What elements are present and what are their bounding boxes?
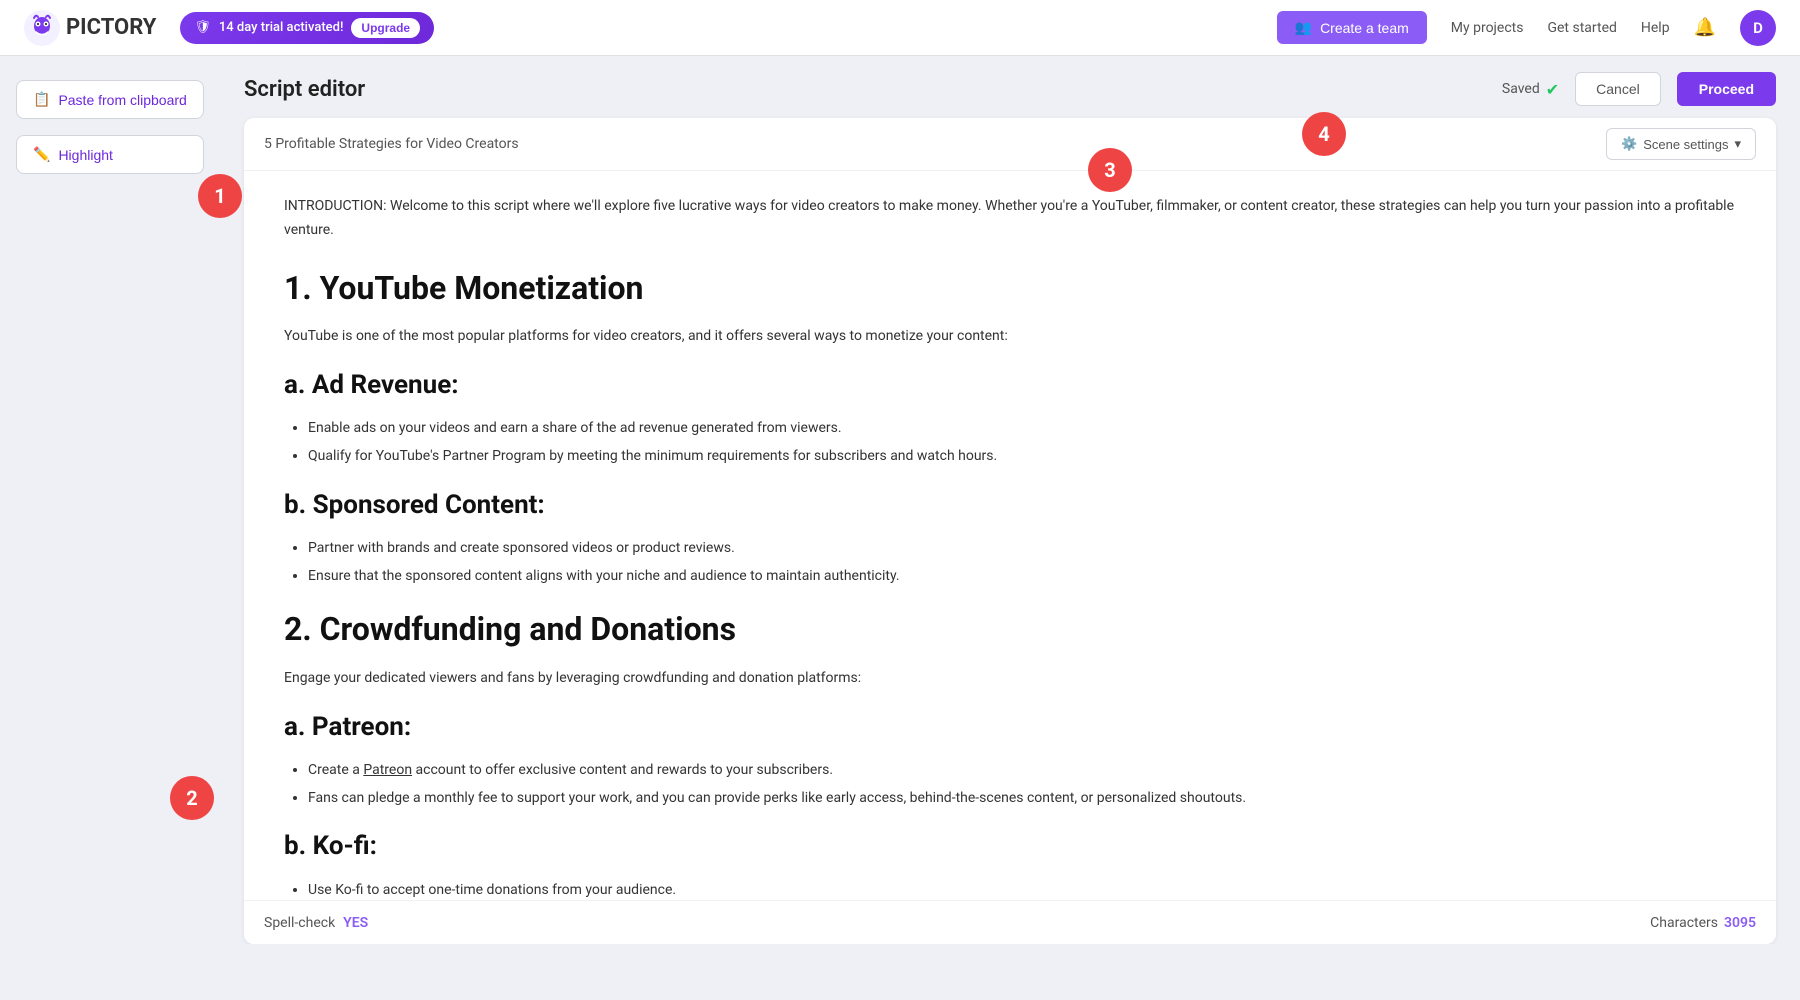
heading-youtube-monetization: 1. YouTube Monetization	[284, 261, 1736, 315]
help-link[interactable]: Help	[1641, 20, 1670, 36]
patreon-link: Patreon	[363, 762, 412, 778]
list-item: Use Ko-fi to accept one-time donations f…	[308, 879, 1736, 901]
script-editor: 5 Profitable Strategies for Video Creato…	[244, 118, 1776, 944]
paste-from-clipboard-button[interactable]: 📋 Paste from clipboard	[16, 80, 204, 119]
subheader: Script editor Saved ✔ Cancel Proceed	[244, 56, 1776, 118]
create-team-button[interactable]: 👥 Create a team	[1277, 11, 1427, 44]
characters-value: 3095	[1724, 915, 1756, 931]
editor-body[interactable]: INTRODUCTION: Welcome to this script whe…	[244, 171, 1776, 900]
team-icon: 👥	[1295, 19, 1312, 36]
header-right: 👥 Create a team My projects Get started …	[1277, 10, 1776, 46]
content-area: Script editor Saved ✔ Cancel Proceed 5 P…	[220, 56, 1800, 944]
proceed-button[interactable]: Proceed	[1677, 72, 1776, 106]
logo-icon	[24, 10, 60, 46]
highlight-button[interactable]: ✏️ Highlight	[16, 135, 204, 174]
highlight-icon: ✏️	[33, 146, 50, 163]
trial-icon: 🛡	[194, 20, 211, 35]
subheader-right: Saved ✔ Cancel Proceed	[1502, 72, 1776, 106]
heading-ad-revenue: a. Ad Revenue:	[284, 363, 1736, 407]
spellcheck-toggle[interactable]: YES	[343, 915, 368, 931]
spellcheck-area: Spell-check YES	[264, 915, 368, 931]
list-item: Create a Patreon account to offer exclus…	[308, 759, 1736, 783]
intro-paragraph: INTRODUCTION: Welcome to this script whe…	[284, 195, 1736, 243]
bullet-list-patreon: Create a Patreon account to offer exclus…	[308, 759, 1736, 811]
get-started-link[interactable]: Get started	[1547, 20, 1616, 36]
list-item: Qualify for YouTube's Partner Program by…	[308, 445, 1736, 469]
spellcheck-label: Spell-check	[264, 915, 335, 931]
list-item: Ensure that the sponsored content aligns…	[308, 565, 1736, 589]
header: PICTORY 🛡 14 day trial activated! Upgrad…	[0, 0, 1800, 56]
trial-badge: 🛡 14 day trial activated! Upgrade	[180, 12, 434, 44]
bullet-list-ad-revenue: Enable ads on your videos and earn a sha…	[308, 417, 1736, 469]
scene-settings-button[interactable]: ⚙️ Scene settings ▾	[1606, 128, 1756, 160]
clipboard-icon: 📋	[33, 91, 50, 108]
heading-kofi: b. Ko-fi:	[284, 824, 1736, 868]
upgrade-button[interactable]: Upgrade	[351, 18, 420, 38]
list-item: Fans can pledge a monthly fee to support…	[308, 787, 1736, 811]
bullet-list-sponsored: Partner with brands and create sponsored…	[308, 537, 1736, 589]
gear-icon: ⚙️	[1621, 136, 1637, 152]
para-crowdfunding: Engage your dedicated viewers and fans b…	[284, 667, 1736, 691]
cancel-button[interactable]: Cancel	[1575, 72, 1661, 106]
characters-label: Characters	[1650, 915, 1718, 931]
check-circle-icon: ✔	[1546, 80, 1559, 99]
para-youtube: YouTube is one of the most popular platf…	[284, 325, 1736, 349]
my-projects-link[interactable]: My projects	[1451, 20, 1524, 36]
logo-text: PICTORY	[66, 15, 156, 40]
chevron-down-icon: ▾	[1734, 136, 1741, 152]
heading-patreon: a. Patreon:	[284, 705, 1736, 749]
saved-label: Saved	[1502, 81, 1540, 97]
script-doc-title: 5 Profitable Strategies for Video Creato…	[264, 136, 519, 152]
sidebar: 📋 Paste from clipboard ✏️ Highlight	[0, 56, 220, 944]
trial-text: 14 day trial activated!	[219, 20, 344, 35]
character-count-area: Characters 3095	[1650, 915, 1756, 931]
list-item: Partner with brands and create sponsored…	[308, 537, 1736, 561]
editor-topbar: 5 Profitable Strategies for Video Creato…	[244, 118, 1776, 171]
page-title: Script editor	[244, 77, 365, 102]
list-item: Enable ads on your videos and earn a sha…	[308, 417, 1736, 441]
logo: PICTORY	[24, 10, 156, 46]
editor-footer: Spell-check YES Characters 3095	[244, 900, 1776, 944]
main-layout: 📋 Paste from clipboard ✏️ Highlight Scri…	[0, 56, 1800, 944]
saved-status: Saved ✔	[1502, 80, 1559, 99]
bullet-list-kofi: Use Ko-fi to accept one-time donations f…	[308, 879, 1736, 901]
heading-crowdfunding: 2. Crowdfunding and Donations	[284, 602, 1736, 656]
avatar[interactable]: D	[1740, 10, 1776, 46]
notification-bell-icon[interactable]: 🔔	[1694, 17, 1716, 38]
heading-sponsored-content: b. Sponsored Content:	[284, 483, 1736, 527]
